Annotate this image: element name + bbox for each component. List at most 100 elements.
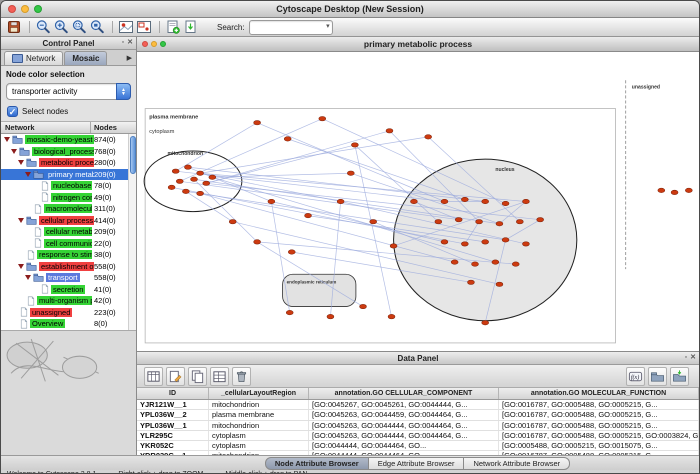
select-nodes-checkbox[interactable]: ✓ Select nodes (7, 106, 131, 117)
tab-mosaic[interactable]: Mosaic (64, 51, 107, 65)
table-cell: [GO:0044444, GO:0044464, GO... (309, 441, 499, 450)
tab-scroll-right-button[interactable]: ▶ (125, 54, 134, 62)
tree-item-label: metabolic process (39, 158, 94, 167)
tree-item-establishment-of-lo[interactable]: establishment of lo...558(0) (1, 261, 128, 273)
table-row[interactable]: YJR121W__1mitochondrion[GO:0045267, GO:0… (137, 400, 699, 410)
scrollbar-thumb[interactable] (130, 136, 136, 174)
tree-item-metabolic-process[interactable]: metabolic process280(0) (1, 157, 128, 169)
float-panel-icon[interactable]: ▫ (122, 37, 124, 49)
disclosure-triangle-icon[interactable] (18, 218, 24, 223)
zoom-selected-icon[interactable] (71, 19, 87, 35)
table-cell: mitochondrion (209, 400, 309, 409)
birdseye-toggle-icon[interactable] (136, 19, 152, 35)
tree-item-unassigned[interactable]: unassigned223(0) (1, 307, 128, 319)
data-panel-toolbar-left (144, 367, 254, 386)
attribute-table-header: ID_cellularLayoutRegionannotation.GO CEL… (137, 388, 699, 400)
function-builder-icon[interactable]: f(x) (626, 367, 645, 386)
tree-column-nodes[interactable]: Nodes (91, 122, 136, 133)
table-cell: [GO:0016787, GO:0005488, GO:0005215, GO:… (499, 431, 699, 440)
network-frame-titlebar[interactable]: primary metabolic process (137, 37, 699, 52)
frame-maximize-button[interactable] (160, 41, 166, 47)
import-attributes-icon[interactable] (648, 367, 667, 386)
search-dropdown-arrow-icon[interactable]: ▾ (326, 22, 330, 30)
network-tab-icon (12, 54, 23, 63)
close-data-panel-icon[interactable]: ✕ (690, 352, 696, 364)
tree-item-primary-metabo[interactable]: primary metabo...209(0) (1, 169, 128, 181)
tree-header: Network Nodes (1, 122, 136, 134)
save-icon[interactable] (6, 19, 22, 35)
delete-attribute-icon[interactable] (232, 367, 251, 386)
close-button[interactable] (8, 5, 16, 13)
tree-item-label: unassigned (30, 308, 72, 317)
snapshot-icon[interactable] (118, 19, 134, 35)
table-cell: mitochondrion (209, 421, 309, 430)
new-attribute-icon[interactable] (166, 367, 185, 386)
disclosure-triangle-icon[interactable] (4, 137, 10, 142)
tree-item-macromolecul[interactable]: macromolecul...311(0) (1, 203, 128, 215)
tab-network[interactable]: Network (4, 51, 63, 65)
tree-item-multi-organism-pro[interactable]: multi-organism pro...42(0) (1, 295, 128, 307)
tree-item-overview[interactable]: Overview8(0) (1, 318, 128, 330)
table-column-header[interactable]: annotation.GO CELLULAR_COMPONENT (309, 388, 499, 399)
table-cell: mitochondrion (209, 451, 309, 455)
table-column-header[interactable]: annotation.GO MOLECULAR_FUNCTION (499, 388, 699, 399)
toolbar-separator (29, 21, 30, 33)
tree-item-cell-communica[interactable]: cell communica...22(0) (1, 238, 128, 250)
attribute-list-icon[interactable] (210, 367, 229, 386)
zoom-in-icon[interactable] (53, 19, 69, 35)
table-row[interactable]: YLR295Ccytoplasm[GO:0045263, GO:0044444,… (137, 431, 699, 441)
tree-item-response-to-stimu[interactable]: response to stimu...38(0) (1, 249, 128, 261)
disclosure-triangle-icon[interactable] (25, 172, 31, 177)
tab-label: Network (26, 54, 55, 63)
data-panel-header: Data Panel ▫ ✕ (137, 352, 699, 365)
table-row[interactable]: YPL036W__2plasma membrane[GO:0045263, GO… (137, 410, 699, 420)
frame-close-button[interactable] (142, 41, 148, 47)
disclosure-triangle-icon[interactable] (18, 160, 24, 165)
table-cell: [GO:0045267, GO:0045261, GO:0044444, G..… (309, 400, 499, 409)
tree-column-network[interactable]: Network (1, 122, 91, 133)
table-cell: YKR052C (137, 441, 209, 450)
table-column-header[interactable]: ID (137, 388, 209, 399)
float-data-panel-icon[interactable]: ▫ (685, 352, 687, 364)
copy-attribute-icon[interactable] (188, 367, 207, 386)
minimize-button[interactable] (21, 5, 29, 13)
select-attributes-icon[interactable] (144, 367, 163, 386)
open-attribute-icon[interactable] (670, 367, 689, 386)
tab-node-attribute-browser[interactable]: Node Attribute Browser (265, 457, 369, 470)
page-icon (41, 192, 49, 202)
disclosure-triangle-icon[interactable] (25, 275, 31, 280)
tab-network-attribute-browser[interactable]: Network Attribute Browser (463, 457, 570, 470)
search-input[interactable]: ▾ (249, 20, 333, 35)
close-panel-icon[interactable]: ✕ (127, 37, 133, 49)
table-column-header[interactable]: _cellularLayoutRegion (209, 388, 309, 399)
tree-item-cellular-process[interactable]: cellular process414(0) (1, 215, 128, 227)
maximize-button[interactable] (34, 5, 42, 13)
table-row[interactable]: YPL036W__1mitochondrion[GO:0045263, GO:0… (137, 421, 699, 431)
toolbar-separator (159, 21, 160, 33)
zoom-fit-icon[interactable] (89, 19, 105, 35)
table-row[interactable]: YDR039C__1mitochondrion[GO:0044444, GO:0… (137, 451, 699, 455)
folder-icon (26, 158, 37, 167)
table-row[interactable]: YKR052Ccytoplasm[GO:0044444, GO:0044464,… (137, 441, 699, 451)
frame-minimize-button[interactable] (151, 41, 157, 47)
tree-scrollbar[interactable] (128, 134, 136, 330)
window-titlebar[interactable]: Cytoscape Desktop (New Session) (1, 1, 699, 18)
region-label-endoplasmic-reticulum: endoplasmic reticulum (287, 279, 337, 284)
tree-item-cellular-metabo[interactable]: cellular metabo...209(0) (1, 226, 128, 238)
network-canvas[interactable]: plasma membranecytoplasmmitochondrionnuc… (137, 52, 699, 351)
tree-item-biological-process[interactable]: biological_process768(0) (1, 146, 128, 158)
tree-item-secretion[interactable]: secretion41(0) (1, 284, 128, 296)
tab-edge-attribute-browser[interactable]: Edge Attribute Browser (368, 457, 465, 470)
birdseye-network-thumbnail (1, 331, 136, 466)
zoom-out-icon[interactable] (35, 19, 51, 35)
node-color-dropdown[interactable]: transporter activity ▲▼ (6, 83, 131, 100)
disclosure-triangle-icon[interactable] (11, 149, 17, 154)
tree-item-transport[interactable]: transport558(0) (1, 272, 128, 284)
add-annotation-icon[interactable] (165, 19, 181, 35)
tree-item-nitrogen-compo[interactable]: nitrogen compo...49(0) (1, 192, 128, 204)
tree-item-mosaic-demo-yeast[interactable]: mosaic-demo-yeast874(0) (1, 134, 128, 146)
birdseye-view[interactable] (1, 331, 136, 455)
tree-item-nucleobase[interactable]: nucleobase...78(0) (1, 180, 128, 192)
disclosure-triangle-icon[interactable] (18, 264, 24, 269)
import-annotation-icon[interactable] (183, 19, 199, 35)
